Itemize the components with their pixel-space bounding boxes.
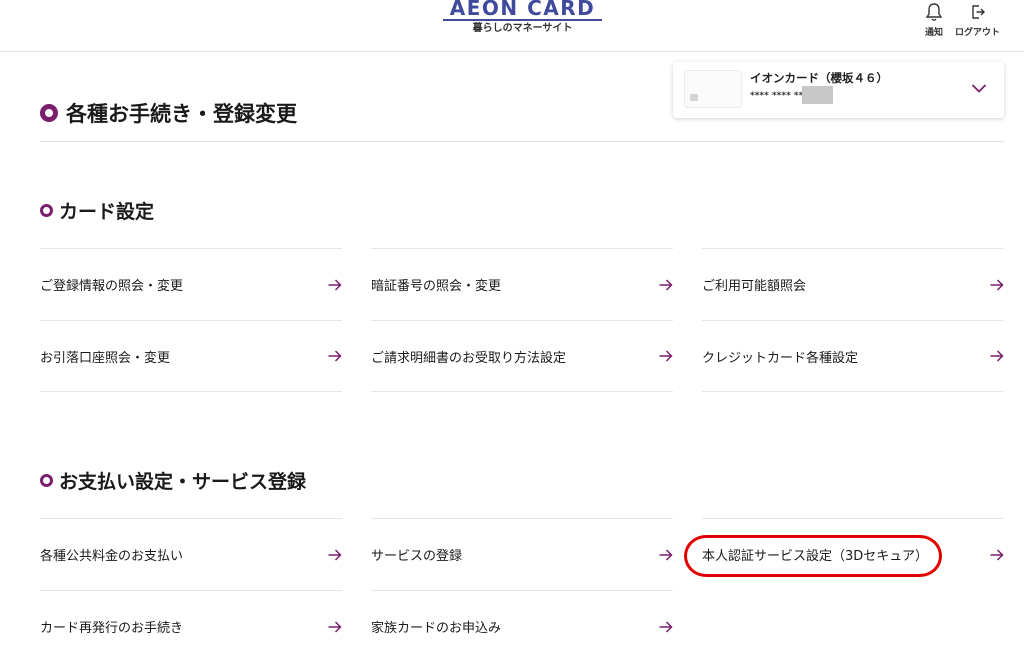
section-title-card-settings: カード設定 (40, 197, 154, 224)
menu-item-card-reissue[interactable]: カード再発行のお手続き (40, 590, 342, 662)
section-ring-icon (40, 474, 53, 487)
logout-button[interactable]: ログアウト (955, 2, 1000, 38)
section-ring-icon (40, 204, 53, 217)
menu-item-available-credit[interactable]: ご利用可能額照会 (702, 248, 1004, 320)
arrow-right-icon (990, 278, 1004, 291)
menu-item-label: クレジットカード各種設定 (702, 350, 859, 366)
arrow-right-icon (659, 350, 673, 362)
page-title: 各種お手続き・登録変更 (40, 98, 297, 128)
arrow-right-icon (328, 350, 342, 362)
card-selector[interactable]: イオンカード（櫻坂４６） **** **** **** (673, 62, 1004, 118)
menu-item-3d-secure[interactable]: 本人認証サービス設定（3Dセキュア） (702, 518, 1004, 590)
menu-item-registration-info[interactable]: ご登録情報の照会・変更 (40, 248, 342, 320)
card-name: イオンカード（櫻坂４６） (750, 71, 888, 85)
logo-text: AEON CARD (449, 0, 596, 20)
aeon-card-logo[interactable]: AEON CARD 暮らしのマネーサイト (441, 0, 604, 40)
menu-item-label: カード再発行のお手続き (40, 621, 184, 636)
arrow-right-icon (659, 548, 673, 561)
menu-item-debit-account[interactable]: お引落口座照会・変更 (40, 320, 342, 392)
logo-subtitle: 暮らしのマネーサイト (472, 23, 573, 34)
arrow-right-icon (990, 548, 1004, 561)
menu-item-service-registration[interactable]: サービスの登録 (371, 518, 673, 590)
section-title-text: カード設定 (59, 201, 155, 223)
notification-label: 通知 (924, 28, 943, 38)
logout-label: ログアウト (955, 28, 1001, 38)
menu-item-pin[interactable]: 暗証番号の照会・変更 (371, 248, 673, 320)
arrow-right-icon (328, 548, 342, 561)
menu-item-label: 各種公共料金のお支払い (40, 549, 184, 564)
section-title-text: お支払い設定・サービス登録 (59, 471, 307, 493)
menu-item-label: お引落口座照会・変更 (40, 350, 171, 366)
card-chip-icon (690, 94, 698, 101)
logout-icon (971, 5, 985, 19)
arrow-right-icon (659, 278, 673, 291)
arrow-right-icon (659, 620, 673, 633)
section-title-payment-services: お支払い設定・サービス登録 (40, 467, 306, 494)
menu-item-statement-delivery[interactable]: ご請求明細書のお受取り方法設定 (371, 320, 673, 392)
menu-item-credit-card-settings[interactable]: クレジットカード各種設定 (702, 320, 1004, 392)
title-ring-icon (40, 104, 58, 122)
menu-item-label: 家族カードのお申込み (371, 621, 502, 636)
menu-item-label: 本人認証サービス設定（3Dセキュア） (702, 549, 929, 564)
menu-item-label: ご請求明細書のお受取り方法設定 (371, 350, 567, 366)
card-number-redaction (802, 86, 833, 104)
arrow-right-icon (328, 278, 342, 291)
menu-item-family-card[interactable]: 家族カードのお申込み (371, 590, 673, 662)
chevron-down-icon[interactable] (971, 82, 987, 94)
title-divider (40, 141, 1004, 142)
menu-item-label: サービスの登録 (371, 549, 463, 564)
notification-button[interactable]: 通知 (924, 2, 944, 38)
arrow-right-icon (328, 620, 342, 633)
menu-item-label: ご登録情報の照会・変更 (40, 279, 184, 294)
card-thumbnail (684, 70, 742, 108)
page-title-text: 各種お手続き・登録変更 (66, 102, 297, 126)
bell-icon (925, 3, 943, 21)
menu-item-label: 暗証番号の照会・変更 (371, 279, 502, 294)
menu-item-label: ご利用可能額照会 (702, 279, 807, 294)
menu-item-utility-payments[interactable]: 各種公共料金のお支払い (40, 518, 342, 590)
site-header: AEON CARD 暮らしのマネーサイト 通知 ログアウト (0, 0, 1024, 52)
arrow-right-icon (990, 350, 1004, 362)
